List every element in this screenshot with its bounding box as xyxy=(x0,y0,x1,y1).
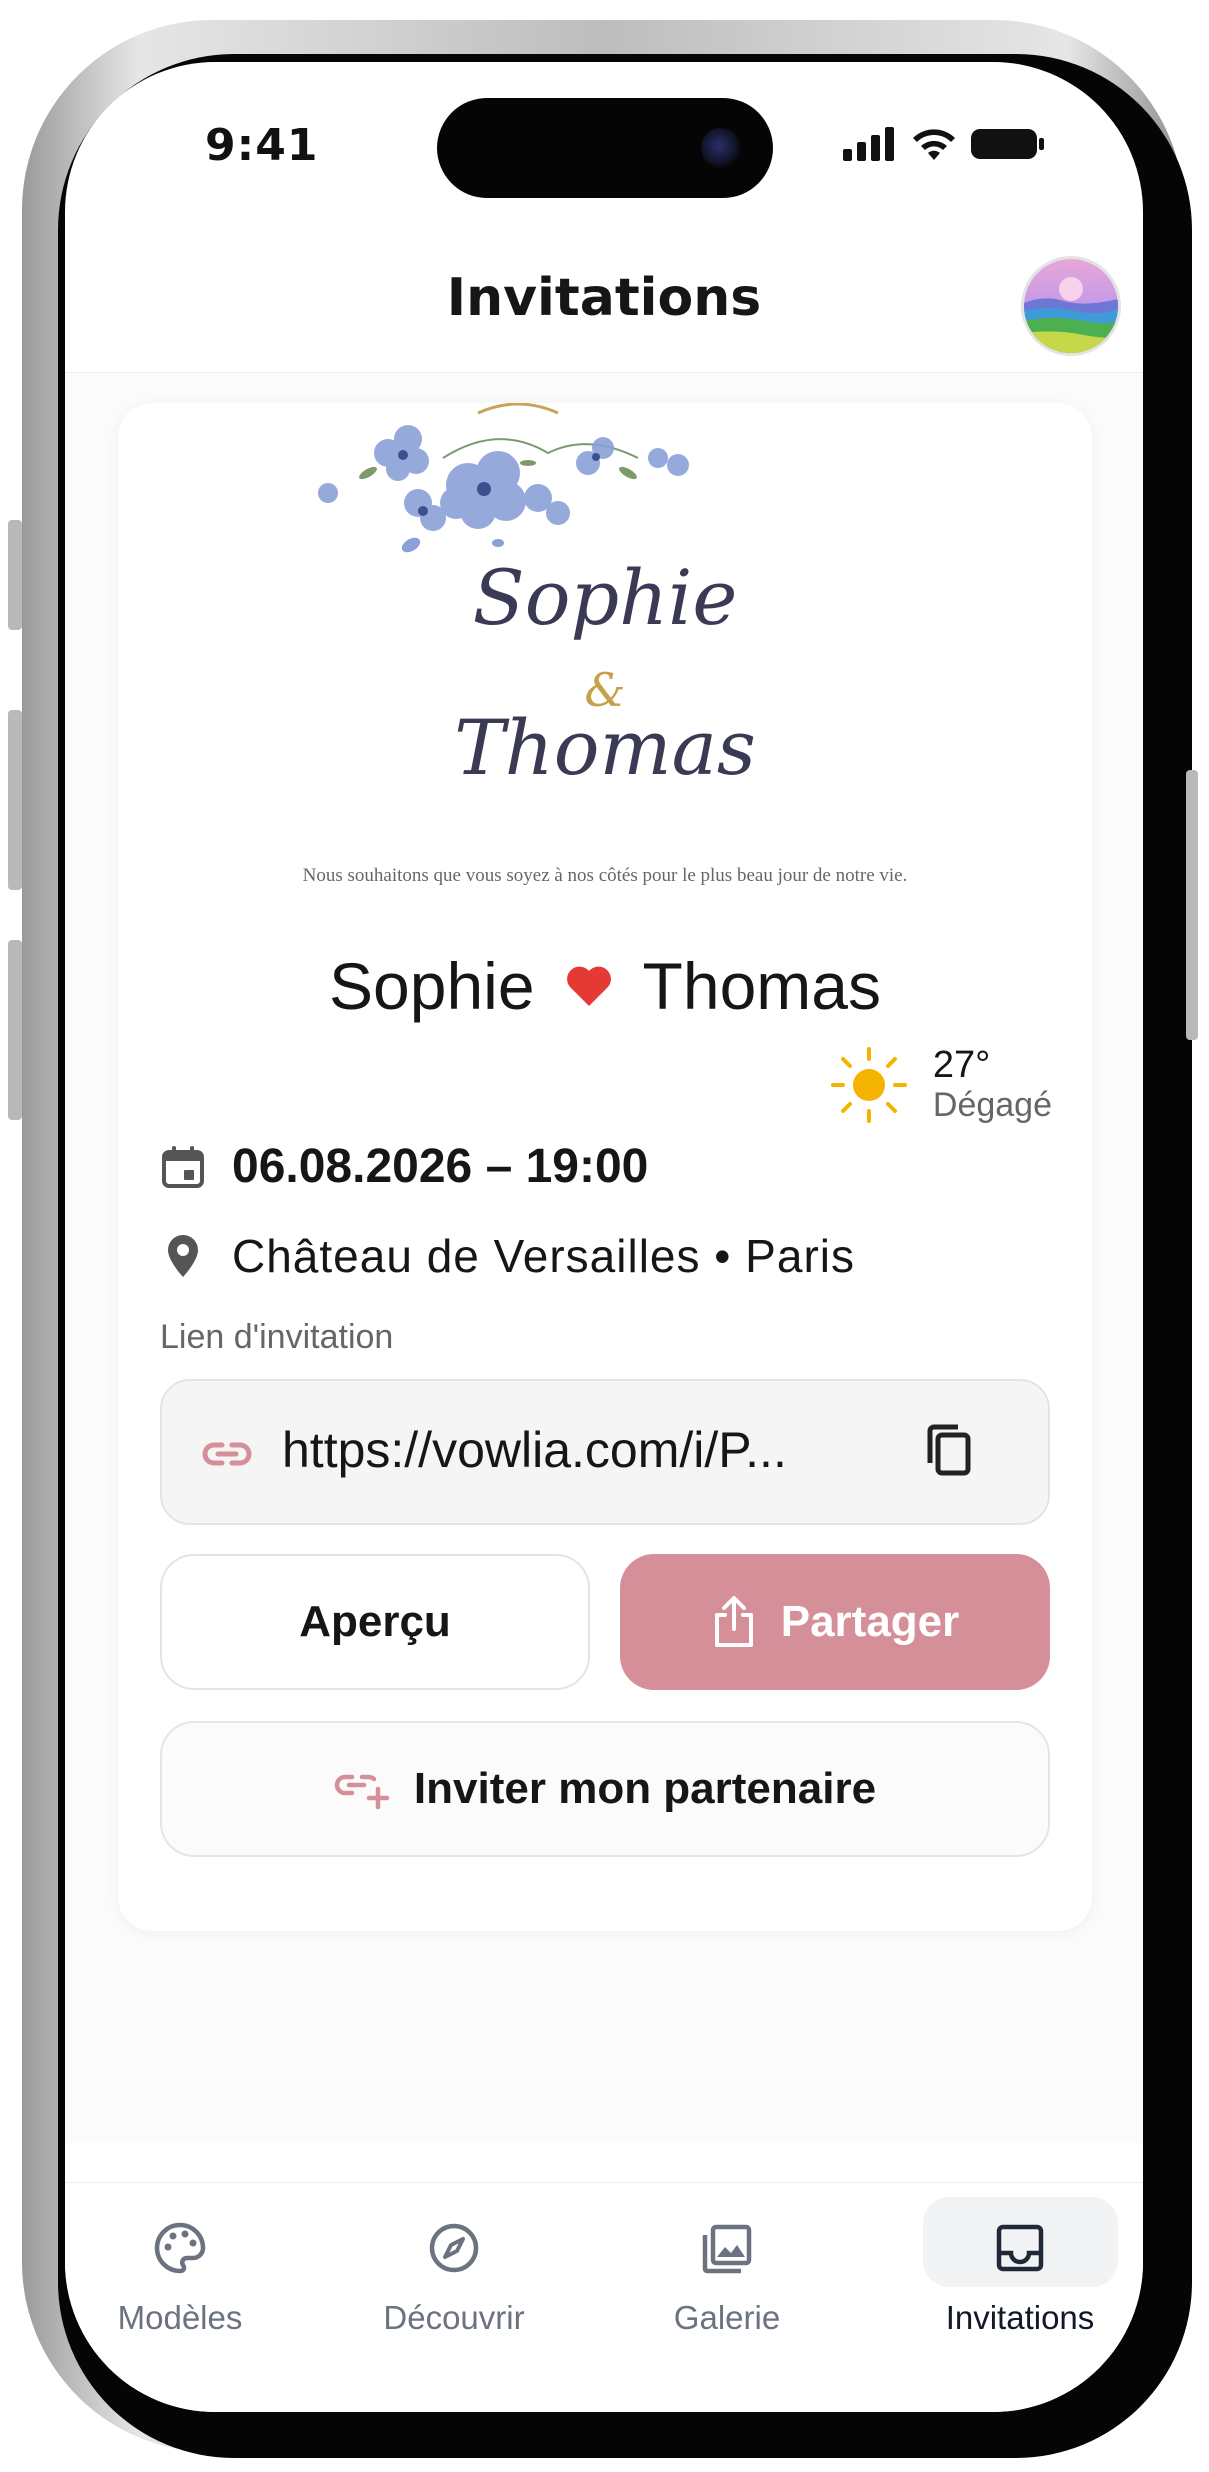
mute-switch xyxy=(8,520,22,630)
sun-icon xyxy=(830,1047,907,1123)
palette-icon xyxy=(154,2222,206,2274)
tab-galerie[interactable]: Galerie xyxy=(602,2183,852,2363)
share-button[interactable]: Partager xyxy=(620,1554,1050,1690)
weather-temperature: 27° xyxy=(932,1044,991,1087)
flowers-illustration xyxy=(318,403,689,553)
invitation-link-field[interactable]: https://vowlia.com/i/P... xyxy=(160,1379,1050,1525)
preview-button-label: Aperçu xyxy=(299,1597,451,1646)
partner-name-2: Thomas xyxy=(642,949,881,1023)
invitation-card[interactable]: Sophie & Thomas Nous souhaitons que vous… xyxy=(118,403,1092,1931)
tab-decouvrir-label: Découvrir xyxy=(383,2299,525,2336)
front-camera xyxy=(701,128,741,168)
couple-names: Sophie Thomas xyxy=(118,948,1092,1024)
location-row: Château de Versailles • Paris xyxy=(160,1229,855,1283)
invite-partner-label: Inviter mon partenaire xyxy=(413,1764,877,1813)
power-button xyxy=(1186,770,1198,1040)
tab-bar: Modèles Découvrir Galerie Invitations xyxy=(65,2182,1143,2412)
tab-modeles[interactable]: Modèles xyxy=(65,2183,305,2363)
status-bar: 9:41 xyxy=(65,62,1143,232)
art-tagline: Nous souhaitons que vous soyez à nos côt… xyxy=(302,865,908,886)
status-icons xyxy=(843,126,1045,162)
add-link-icon xyxy=(334,1774,390,1810)
inbox-icon xyxy=(996,2224,1044,2272)
invitation-artwork: Sophie & Thomas Nous souhaitons que vous… xyxy=(118,403,1092,903)
art-name-2: Thomas xyxy=(454,703,756,792)
compass-icon xyxy=(429,2223,479,2273)
weather-widget: 27° Dégagé xyxy=(827,1043,1052,1127)
wifi-icon xyxy=(913,129,955,160)
invitation-link-label: Lien d'invitation xyxy=(160,1318,394,1356)
tab-decouvrir[interactable]: Découvrir xyxy=(329,2183,579,2363)
avatar-image xyxy=(1024,259,1118,353)
screen: 9:41 Invitations Sophie & Thomas Nous so… xyxy=(65,62,1143,2412)
tab-modeles-label: Modèles xyxy=(117,2299,243,2336)
volume-up-button xyxy=(8,710,22,890)
page-title: Invitations xyxy=(446,268,762,328)
avatar[interactable] xyxy=(1021,256,1121,356)
battery-icon xyxy=(971,129,1044,159)
share-button-label: Partager xyxy=(780,1597,960,1646)
heart-icon xyxy=(566,966,611,1006)
event-date-time: 06.08.2026 – 19:00 xyxy=(232,1140,649,1193)
event-location: Château de Versailles • Paris xyxy=(232,1230,855,1282)
gallery-icon xyxy=(702,2224,752,2274)
status-time: 9:41 xyxy=(205,120,319,171)
preview-button[interactable]: Aperçu xyxy=(160,1554,590,1690)
partner-name-1: Sophie xyxy=(329,949,535,1023)
invite-partner-button[interactable]: Inviter mon partenaire xyxy=(160,1721,1050,1857)
tab-invitations[interactable]: Invitations xyxy=(895,2183,1143,2363)
copy-icon[interactable] xyxy=(922,1421,978,1481)
link-icon xyxy=(202,1442,252,1466)
tab-invitations-label: Invitations xyxy=(945,2299,1095,2336)
location-pin-icon xyxy=(168,1235,198,1277)
volume-down-button xyxy=(8,940,22,1120)
weather-text: 27° Dégagé xyxy=(933,1045,1052,1124)
date-row: 06.08.2026 – 19:00 xyxy=(160,1139,648,1194)
dynamic-island xyxy=(437,98,773,198)
share-icon xyxy=(714,1596,753,1647)
calendar-icon xyxy=(162,1145,204,1188)
weather-condition: Dégagé xyxy=(932,1086,1052,1125)
content-area: Sophie & Thomas Nous souhaitons que vous… xyxy=(65,373,1143,2143)
invitation-link-url[interactable]: https://vowlia.com/i/P... xyxy=(282,1421,862,1479)
cellular-signal-icon xyxy=(843,127,894,161)
header: Invitations xyxy=(65,232,1143,373)
tab-galerie-label: Galerie xyxy=(673,2299,781,2336)
art-name-1: Sophie xyxy=(472,553,738,642)
